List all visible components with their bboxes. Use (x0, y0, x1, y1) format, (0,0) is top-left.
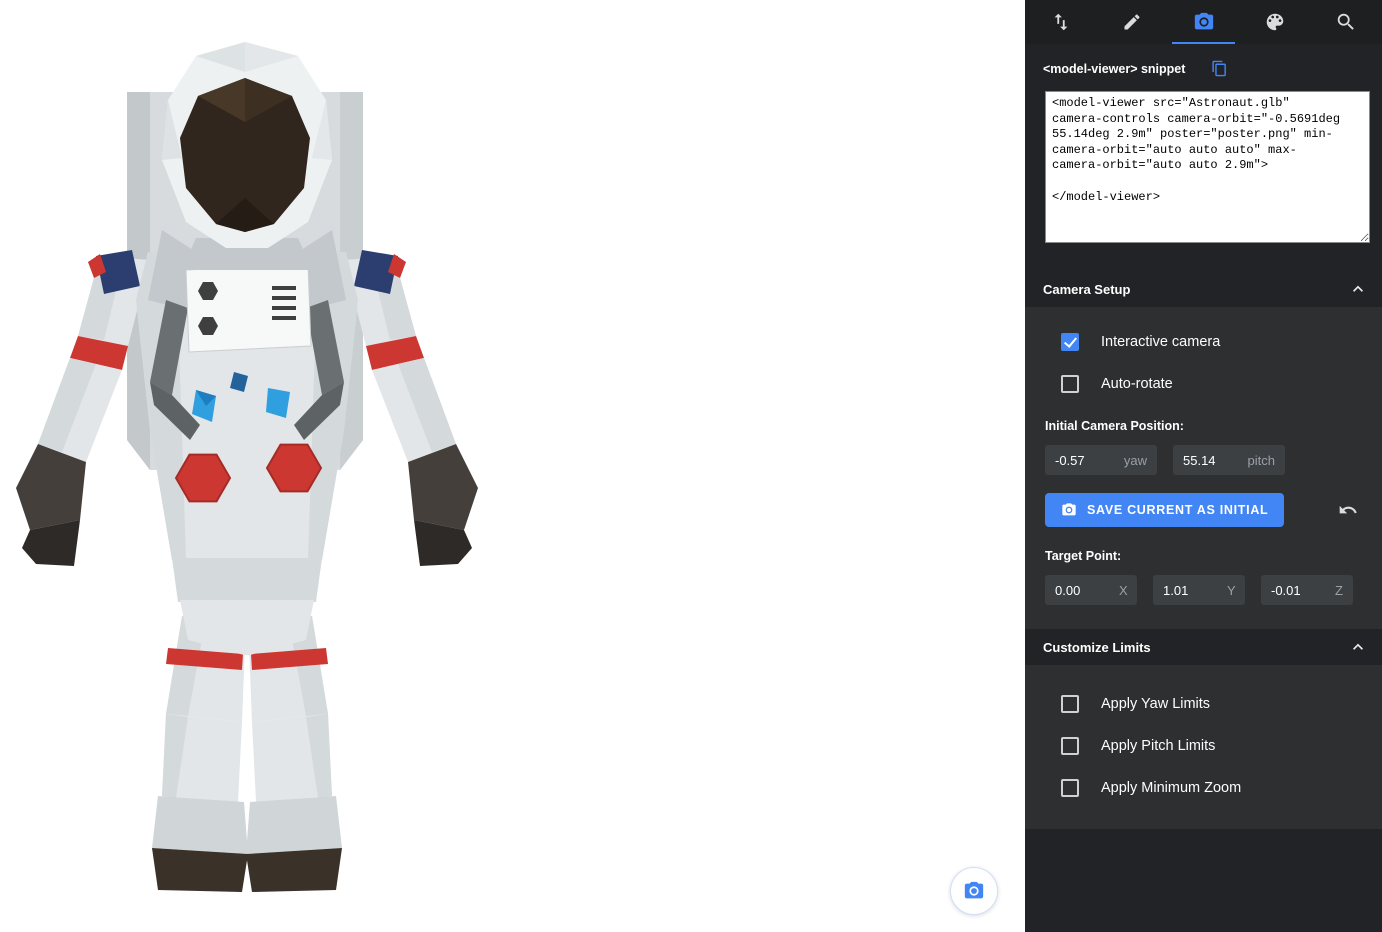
save-button-label: SAVE CURRENT AS INITIAL (1087, 503, 1268, 517)
tab-edit[interactable] (1096, 0, 1167, 44)
auto-rotate-row[interactable]: Auto-rotate (1025, 363, 1382, 405)
yaw-suffix: yaw (1124, 453, 1147, 468)
astronaut-pelvis (172, 558, 322, 655)
apply-yaw-limits-checkbox[interactable] (1061, 695, 1079, 713)
snippet-code-textarea[interactable]: <model-viewer src="Astronaut.glb" camera… (1045, 91, 1370, 243)
camera-icon (963, 880, 985, 902)
auto-rotate-label: Auto-rotate (1101, 376, 1173, 392)
section-title: Customize Limits (1043, 640, 1151, 655)
chevron-up-icon (1348, 637, 1368, 657)
apply-yaw-limits-row[interactable]: Apply Yaw Limits (1025, 683, 1382, 725)
search-icon (1335, 11, 1357, 33)
panel-body: <model-viewer> snippet <model-viewer src… (1025, 44, 1382, 932)
apply-pitch-limits-label: Apply Pitch Limits (1101, 738, 1215, 754)
interactive-camera-checkbox[interactable] (1061, 333, 1079, 351)
apply-pitch-limits-checkbox[interactable] (1061, 737, 1079, 755)
chevron-up-icon (1348, 279, 1368, 299)
copy-icon (1211, 60, 1228, 77)
apply-minimum-zoom-checkbox[interactable] (1061, 779, 1079, 797)
save-current-as-initial-button[interactable]: SAVE CURRENT AS INITIAL (1045, 493, 1284, 527)
interactive-camera-row[interactable]: Interactive camera (1025, 321, 1382, 363)
undo-icon (1338, 500, 1358, 520)
copy-snippet-button[interactable] (1211, 60, 1228, 77)
model-viewer-editor: <model-viewer> snippet <model-viewer src… (0, 0, 1382, 932)
section-customize-limits-header[interactable]: Customize Limits (1025, 629, 1382, 665)
target-point-label: Target Point: (1025, 527, 1382, 563)
pitch-input[interactable] (1183, 453, 1241, 468)
panel-toolbar (1025, 0, 1382, 44)
target-x-field[interactable]: X (1045, 575, 1137, 605)
undo-button[interactable] (1334, 496, 1362, 524)
import-export-icon (1050, 11, 1072, 33)
model-viewport[interactable] (0, 0, 1025, 932)
apply-pitch-limits-row[interactable]: Apply Pitch Limits (1025, 725, 1382, 767)
pencil-icon (1122, 12, 1142, 32)
target-y-field[interactable]: Y (1153, 575, 1245, 605)
auto-rotate-checkbox[interactable] (1061, 375, 1079, 393)
target-y-suffix: Y (1227, 583, 1236, 598)
camera-icon (1193, 11, 1215, 33)
screenshot-button[interactable] (950, 867, 998, 915)
save-row: SAVE CURRENT AS INITIAL (1025, 475, 1382, 527)
target-x-input[interactable] (1055, 583, 1113, 598)
section-title: Camera Setup (1043, 282, 1130, 297)
section-camera-setup-header[interactable]: Camera Setup (1025, 271, 1382, 307)
target-point-fields: X Y Z (1025, 563, 1382, 605)
initial-position-fields: yaw pitch (1025, 433, 1382, 475)
customize-limits-content: Apply Yaw Limits Apply Pitch Limits Appl… (1025, 665, 1382, 829)
initial-camera-position-label: Initial Camera Position: (1025, 405, 1382, 433)
astronaut-chest-panel (186, 264, 311, 352)
editor-panel: <model-viewer> snippet <model-viewer src… (1025, 0, 1382, 932)
yaw-input[interactable] (1055, 453, 1113, 468)
astronaut-leg (152, 616, 248, 892)
target-z-field[interactable]: Z (1261, 575, 1353, 605)
target-z-input[interactable] (1271, 583, 1329, 598)
pitch-field[interactable]: pitch (1173, 445, 1285, 475)
camera-icon (1061, 502, 1077, 518)
tab-inspector[interactable] (1311, 0, 1382, 44)
snippet-title: <model-viewer> snippet (1043, 62, 1185, 76)
pitch-suffix: pitch (1248, 453, 1275, 468)
apply-minimum-zoom-row[interactable]: Apply Minimum Zoom (1025, 767, 1382, 809)
apply-yaw-limits-label: Apply Yaw Limits (1101, 696, 1210, 712)
tab-file[interactable] (1025, 0, 1096, 44)
target-y-input[interactable] (1163, 583, 1221, 598)
tab-camera[interactable] (1168, 0, 1239, 44)
apply-minimum-zoom-label: Apply Minimum Zoom (1101, 780, 1241, 796)
target-z-suffix: Z (1335, 583, 1343, 598)
palette-icon (1264, 11, 1286, 33)
interactive-camera-label: Interactive camera (1101, 334, 1220, 350)
yaw-field[interactable]: yaw (1045, 445, 1157, 475)
tab-materials[interactable] (1239, 0, 1310, 44)
snippet-header: <model-viewer> snippet (1025, 44, 1382, 85)
camera-setup-content: Interactive camera Auto-rotate Initial C… (1025, 307, 1382, 629)
target-x-suffix: X (1119, 583, 1128, 598)
astronaut-model (0, 0, 1025, 932)
